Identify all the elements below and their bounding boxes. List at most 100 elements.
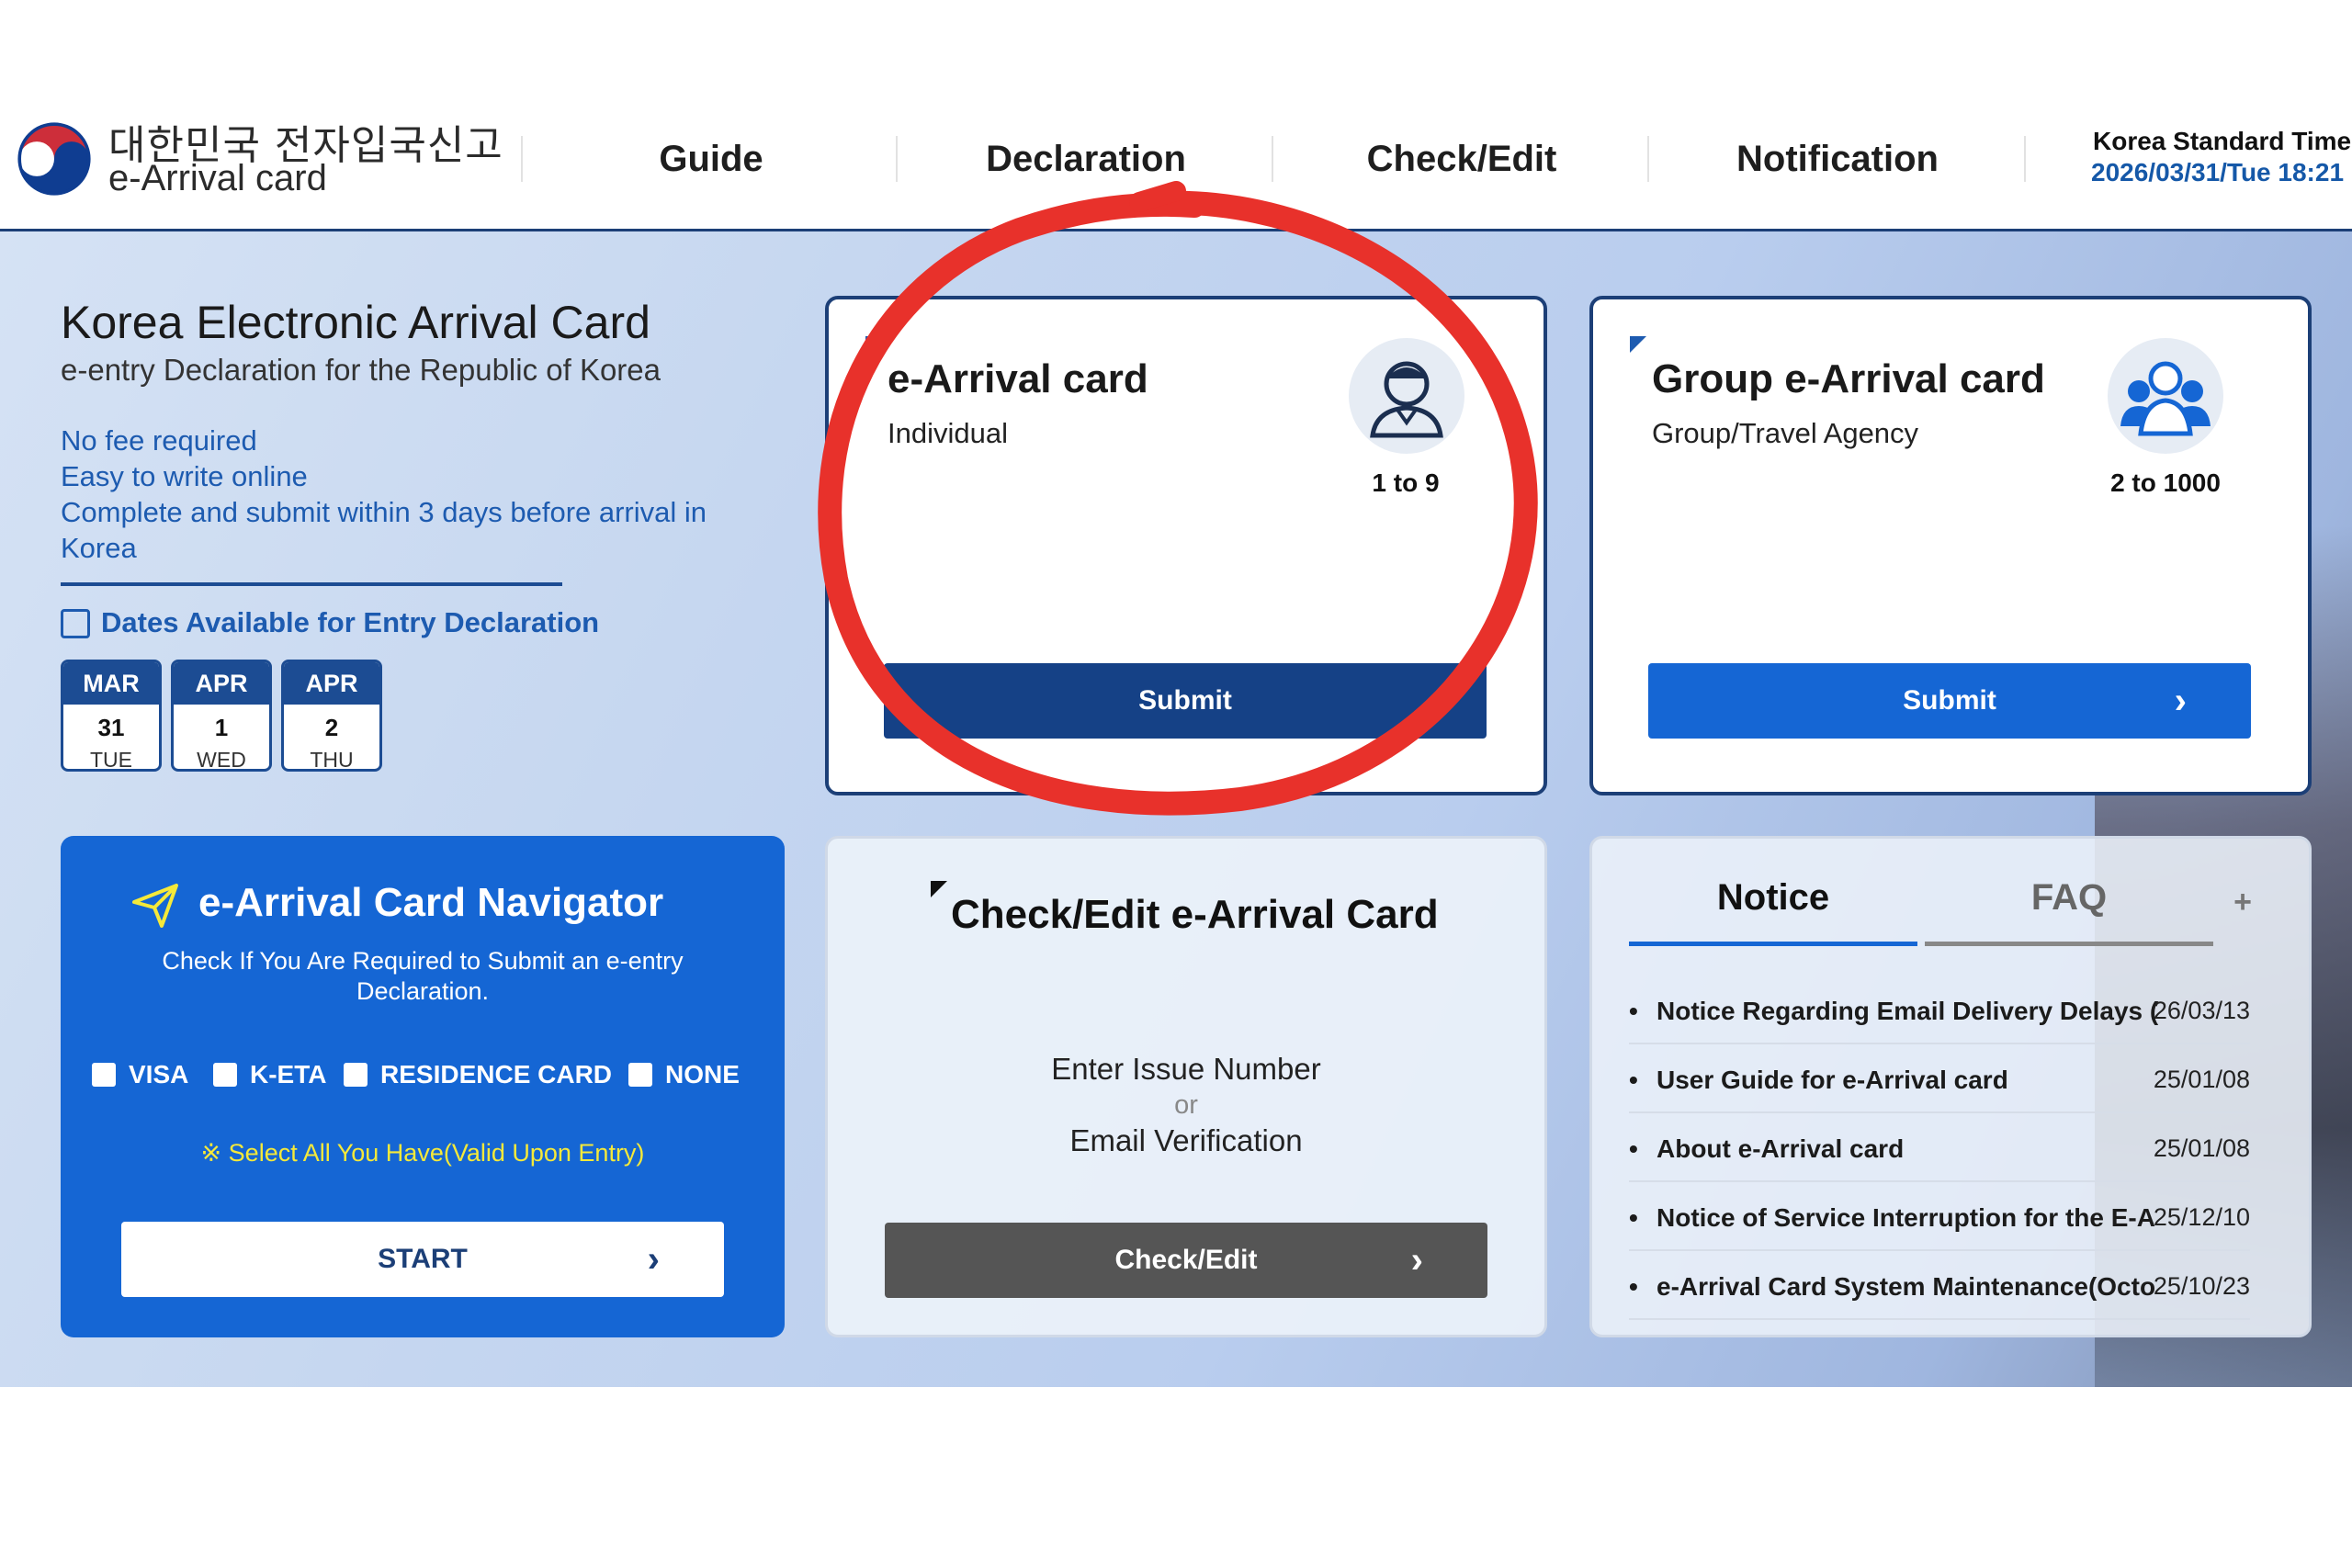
check-edit-line2: Email Verification xyxy=(1069,1123,1303,1157)
chevron-right-icon: › xyxy=(2174,681,2187,721)
notice-item[interactable]: • User Guide for e-Arrival card 25/01/08 xyxy=(1629,1045,2250,1113)
date-chip: APR 2 THU xyxy=(281,660,382,772)
date-day: 1 xyxy=(214,714,229,741)
individual-card-title: e-Arrival card xyxy=(888,356,1148,401)
check-edit-label: Check/Edit xyxy=(1114,1245,1258,1275)
nav-separator xyxy=(896,136,898,182)
notice-date: 25/01/08 xyxy=(2153,1134,2250,1162)
nav-separator xyxy=(1647,136,1649,182)
submit-label: Submit xyxy=(1903,685,1996,716)
corner-mark xyxy=(931,881,947,897)
individual-range: 1 to 9 xyxy=(1372,468,1440,497)
date-chip: MAR 31 TUE xyxy=(61,660,162,772)
date-chip: APR 1 WED xyxy=(171,660,272,772)
check-edit-line1: Enter Issue Number xyxy=(1051,1052,1321,1086)
nav-separator xyxy=(521,136,523,182)
date-day: 31 xyxy=(97,714,125,741)
nav-separator xyxy=(1272,136,1273,182)
notice-title[interactable]: e-Arrival Card System Maintenance(Octo xyxy=(1657,1272,2167,1302)
page-subtitle: e-entry Declaration for the Republic of … xyxy=(61,353,662,387)
notice-item[interactable]: • e-Arrival Card System Maintenance(Octo… xyxy=(1629,1252,2250,1320)
corner-mark xyxy=(1630,336,1646,353)
notice-item[interactable]: • Notice Regarding Email Delivery Delays… xyxy=(1629,976,2250,1044)
bullet: • xyxy=(1629,1134,1638,1163)
intro-point: No fee required xyxy=(61,424,257,457)
date-month: MAR xyxy=(63,662,159,705)
check-edit-or: or xyxy=(1174,1090,1198,1120)
site-header: 대한민국 전자입국신고 e-Arrival card Guide Declara… xyxy=(0,0,2352,231)
checkbox-label: NONE xyxy=(665,1060,740,1089)
notice-item[interactable]: • Notice of Service Interruption for the… xyxy=(1629,1183,2250,1251)
individual-submit-button[interactable]: Submit xyxy=(884,663,1487,739)
page-title: Korea Electronic Arrival Card xyxy=(61,297,650,348)
navigator-description: Check If You Are Required to Submit an e… xyxy=(162,947,684,1005)
notice-panel: Notice FAQ + • Notice Regarding Email De… xyxy=(1589,836,2312,1337)
start-label: START xyxy=(378,1244,468,1274)
check-edit-card: Check/Edit e-Arrival Card Enter Issue Nu… xyxy=(825,836,1547,1337)
notice-title[interactable]: User Guide for e-Arrival card xyxy=(1657,1066,2167,1095)
time-label: Korea Standard Time xyxy=(2093,127,2352,155)
date-weekday: TUE xyxy=(90,748,132,772)
checkbox-none[interactable]: NONE xyxy=(628,1060,740,1089)
tab-faq-underline xyxy=(1925,942,2213,946)
corner-mark xyxy=(865,336,882,353)
notice-title[interactable]: Notice of Service Interruption for the E… xyxy=(1657,1203,2167,1233)
group-submit-button[interactable]: Submit › xyxy=(1648,663,2251,739)
start-button[interactable]: START › xyxy=(121,1222,724,1297)
more-plus-button[interactable]: + xyxy=(2215,885,2270,920)
bullet: • xyxy=(1629,1272,1638,1301)
tab-notice-underline xyxy=(1629,942,1917,946)
navigator-title: e-Arrival Card Navigator xyxy=(198,880,664,925)
group-card-title: Group e-Arrival card xyxy=(1652,356,2045,401)
date-weekday: WED xyxy=(197,748,246,772)
date-day: 2 xyxy=(324,714,339,741)
check-edit-button[interactable]: Check/Edit › xyxy=(885,1223,1487,1298)
tab-notice[interactable]: Notice xyxy=(1629,877,1917,919)
paper-plane-icon xyxy=(132,884,178,928)
notice-date: 25/01/08 xyxy=(2153,1066,2250,1093)
checkbox-box[interactable] xyxy=(213,1063,237,1087)
checkbox-label: RESIDENCE CARD xyxy=(380,1060,613,1089)
navigator-panel: e-Arrival Card Navigator Check If You Ar… xyxy=(61,836,785,1337)
individual-card-subtitle: Individual xyxy=(888,417,1008,449)
navigator-hint: ※ Select All You Have(Valid Upon Entry) xyxy=(200,1139,645,1167)
chevron-right-icon: › xyxy=(647,1239,660,1280)
checkbox-keta[interactable]: K-ETA xyxy=(213,1060,326,1089)
tab-faq[interactable]: FAQ xyxy=(1925,877,2213,919)
bullet: • xyxy=(1629,1203,1638,1232)
person-icon xyxy=(1349,338,1464,454)
checkbox-visa[interactable]: VISA xyxy=(92,1060,188,1089)
notice-date: 25/12/10 xyxy=(2153,1203,2250,1231)
notice-title[interactable]: Notice Regarding Email Delivery Delays ( xyxy=(1657,997,2167,1026)
date-month: APR xyxy=(174,662,269,705)
nav-notification[interactable]: Notification xyxy=(1663,136,2012,182)
nav-guide[interactable]: Guide xyxy=(537,136,886,182)
taegeuk-logo-icon[interactable] xyxy=(13,118,96,200)
date-weekday: THU xyxy=(310,748,354,772)
group-people-icon xyxy=(2108,338,2223,454)
notice-item[interactable]: • About e-Arrival card 25/01/08 xyxy=(1629,1114,2250,1182)
submit-label: Submit xyxy=(1138,685,1232,716)
checkbox-label: K-ETA xyxy=(250,1060,327,1089)
checkbox-box[interactable] xyxy=(92,1063,116,1087)
group-card[interactable]: Group e-Arrival card Group/Travel Agency… xyxy=(1589,296,2312,795)
checkbox-box[interactable] xyxy=(628,1063,652,1087)
calendar-icon xyxy=(61,609,90,638)
intro-point: Easy to write online xyxy=(61,460,308,492)
brand-english[interactable]: e-Arrival card xyxy=(108,158,327,199)
checkbox-residence-card[interactable]: RESIDENCE CARD xyxy=(344,1060,612,1089)
checkbox-box[interactable] xyxy=(344,1063,368,1087)
bullet: • xyxy=(1629,997,1638,1025)
nav-declaration[interactable]: Declaration xyxy=(911,136,1261,182)
check-edit-title: Check/Edit e-Arrival Card xyxy=(951,892,1439,937)
notice-date: 25/10/23 xyxy=(2153,1272,2250,1300)
nav-separator xyxy=(2024,136,2026,182)
notice-date: 26/03/13 xyxy=(2153,997,2250,1024)
group-range: 2 to 1000 xyxy=(2110,468,2221,497)
nav-check-edit[interactable]: Check/Edit xyxy=(1287,136,1636,182)
dates-title: Dates Available for Entry Declaration xyxy=(101,606,600,638)
notice-title[interactable]: About e-Arrival card xyxy=(1657,1134,2167,1164)
group-card-subtitle: Group/Travel Agency xyxy=(1652,417,1919,449)
chevron-right-icon: › xyxy=(1410,1240,1423,1280)
individual-card[interactable]: e-Arrival card Individual 1 to 9 Submit xyxy=(825,296,1547,795)
